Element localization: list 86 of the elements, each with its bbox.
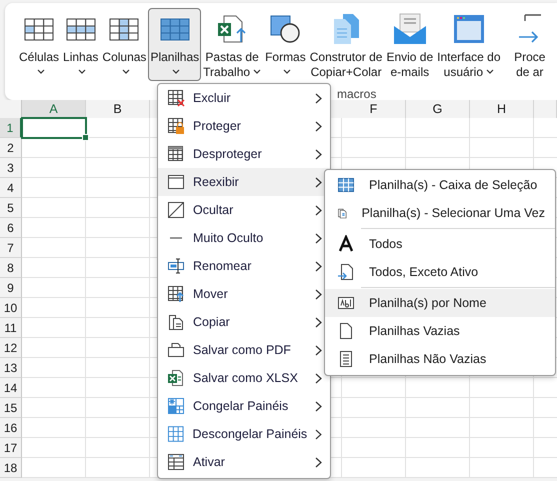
chevron-right-icon <box>315 120 322 132</box>
activate-sheet-icon <box>167 453 185 471</box>
chevron-right-icon <box>315 148 322 160</box>
locked-sheet-icon <box>167 117 185 135</box>
spreadsheet-file-icon <box>216 14 248 44</box>
row-header[interactable]: 5 <box>0 198 22 218</box>
blank-page-icon <box>337 322 355 340</box>
row-header[interactable]: 12 <box>0 338 22 358</box>
table-icon <box>24 18 54 40</box>
delete-sheet-icon <box>167 89 185 107</box>
row-header[interactable]: 2 <box>0 138 22 158</box>
rename-icon <box>167 257 185 275</box>
row-header[interactable]: 17 <box>0 438 22 458</box>
table-icon <box>66 18 96 40</box>
chevron-right-icon <box>315 400 322 412</box>
menu-item[interactable]: Ativar <box>158 448 330 476</box>
ribbon-button[interactable]: Construtor de Copiar+Colar <box>308 8 384 81</box>
table-icon <box>167 145 185 163</box>
documents-icon <box>331 13 362 45</box>
ribbon-button[interactable]: Células <box>17 8 62 81</box>
chevron-right-icon <box>315 288 322 300</box>
dash-icon <box>170 237 182 239</box>
freeze-panes-icon <box>167 397 185 415</box>
row-header[interactable]: 4 <box>0 178 22 198</box>
row-header[interactable]: 1 <box>0 118 22 138</box>
chevron-right-icon <box>315 344 322 356</box>
ribbon-button[interactable]: Envio de e-mails <box>384 8 436 81</box>
import-arrow-icon <box>518 13 541 45</box>
menu-item[interactable]: Congelar Painéis <box>158 392 330 420</box>
chevron-right-icon <box>315 204 322 216</box>
bold-letter-icon <box>337 235 355 253</box>
row-header[interactable]: 3 <box>0 158 22 178</box>
envelope-icon <box>392 13 427 45</box>
row-header[interactable]: 6 <box>0 218 22 238</box>
shapes-icon <box>269 14 302 44</box>
text-page-icon <box>337 350 355 368</box>
row-header[interactable]: 8 <box>0 258 22 278</box>
table-icon <box>109 18 140 40</box>
row-header[interactable]: 18 <box>0 458 22 478</box>
menu-item[interactable]: Descongelar Painéis <box>158 420 330 448</box>
ribbon-button[interactable]: Proce de ar <box>502 8 557 81</box>
chevron-right-icon <box>315 232 322 244</box>
menu-item[interactable]: Todos, Exceto Ativo <box>325 258 555 286</box>
menu-item[interactable]: Desproteger <box>158 140 330 168</box>
chevron-right-icon <box>315 92 322 104</box>
menu-item[interactable]: Excluir <box>158 84 330 112</box>
row-header[interactable]: 9 <box>0 278 22 298</box>
menu-item[interactable]: Planilha(s) por Nome <box>325 289 555 317</box>
ribbon-button[interactable]: Formas <box>263 8 308 81</box>
row-header[interactable]: 13 <box>0 358 22 378</box>
spreadsheet-file-icon <box>167 369 185 387</box>
copy-icon <box>167 313 185 331</box>
printer-icon <box>167 341 185 359</box>
move-sheet-icon <box>167 285 185 303</box>
menu-item[interactable]: Reexibir <box>158 168 330 196</box>
row-header[interactable]: 11 <box>0 318 22 338</box>
text-field-icon <box>337 294 355 312</box>
chevron-right-icon <box>315 428 322 440</box>
window-icon <box>452 14 485 44</box>
slashed-box-icon <box>167 201 185 219</box>
group-label: macros <box>337 87 376 101</box>
table-icon <box>167 425 185 443</box>
menu-item[interactable]: Planilhas Vazias <box>325 317 555 345</box>
chevron-right-icon <box>315 176 322 188</box>
menu-item[interactable]: Todos <box>325 230 555 258</box>
row-header[interactable]: 15 <box>0 398 22 418</box>
chevron-right-icon <box>315 316 322 328</box>
row-header[interactable]: 10 <box>0 298 22 318</box>
ribbon-button[interactable]: Pastas de Trabalho <box>201 8 264 81</box>
row-header[interactable]: 7 <box>0 238 22 258</box>
ribbon-button[interactable]: Interface do usuário <box>435 8 503 81</box>
chevron-right-icon <box>315 372 322 384</box>
table-icon <box>337 176 355 194</box>
document-arrow-icon <box>337 263 355 281</box>
chevron-right-icon <box>315 260 322 272</box>
ribbon-button[interactable]: Linhas <box>61 8 100 81</box>
window-icon <box>167 173 185 191</box>
row-header[interactable]: 14 <box>0 378 22 398</box>
menu-item[interactable]: Planilha(s) - Selecionar Uma Vez <box>325 199 555 227</box>
ribbon-button[interactable]: Planilhas <box>148 8 202 81</box>
ribbon-button[interactable]: Colunas <box>100 8 148 81</box>
row-header[interactable]: 16 <box>0 418 22 438</box>
chevron-right-icon <box>315 456 322 468</box>
active-cell[interactable] <box>21 117 87 139</box>
menu-item[interactable]: Proteger <box>158 112 330 140</box>
table-icon <box>160 18 190 40</box>
